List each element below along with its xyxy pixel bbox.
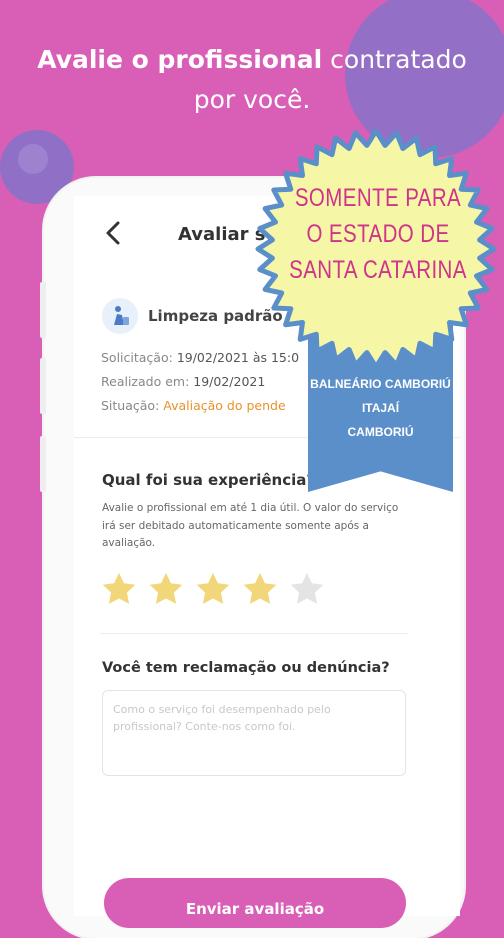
star-icon[interactable] <box>147 570 185 608</box>
status-label: Situação: <box>101 398 160 413</box>
done-value: 19/02/2021 <box>193 374 266 389</box>
headline-rest: contratado <box>330 45 467 74</box>
complaint-title: Você tem reclamação ou denúncia? <box>102 660 390 676</box>
phone-side-button <box>40 436 46 492</box>
ribbon-city: BALNEÁRIO CAMBORIÚ <box>310 377 451 391</box>
complaint-textarea[interactable] <box>102 690 406 776</box>
region-badge-text: SOMENTE PARA O ESTADO DE SANTA CATARINA <box>286 180 470 288</box>
region-ribbon-text: BALNEÁRIO CAMBORIÚ ITAJAÍ CAMBORIÚ <box>308 372 453 444</box>
star-rating[interactable] <box>100 570 326 608</box>
ribbon-city: CAMBORIÚ <box>347 425 414 439</box>
back-button[interactable] <box>104 220 122 252</box>
badge-line: SANTA CATARINA <box>289 256 467 284</box>
headline-bold: Avalie o profissional <box>37 45 323 74</box>
promo-headline: Avalie o profissional contratado por voc… <box>0 40 504 120</box>
ribbon-city: ITAJAÍ <box>361 401 400 415</box>
divider <box>100 633 408 634</box>
done-row: Realizado em: 19/02/2021 <box>101 374 265 389</box>
requested-label: Solicitação: <box>101 350 173 365</box>
badge-line: O ESTADO DE <box>306 220 450 248</box>
star-icon[interactable] <box>100 570 138 608</box>
done-label: Realizado em: <box>101 374 190 389</box>
phone-side-button <box>40 282 46 338</box>
star-icon[interactable] <box>194 570 232 608</box>
badge-line: SOMENTE PARA <box>294 184 462 212</box>
experience-title: Qual foi sua experiência? <box>102 471 316 489</box>
headline-line2: por você. <box>193 85 311 114</box>
status-row: Situação: Avaliação do pende <box>101 398 286 413</box>
phone-side-button <box>40 358 46 414</box>
cleaning-person-icon <box>102 298 138 334</box>
star-icon[interactable] <box>288 570 326 608</box>
status-value: Avaliação do pende <box>163 398 286 413</box>
experience-text: Avalie o profissional em até 1 dia útil.… <box>102 502 399 549</box>
chevron-left-icon <box>106 221 120 245</box>
send-review-button[interactable]: Enviar avaliação <box>104 878 406 928</box>
star-icon[interactable] <box>241 570 279 608</box>
